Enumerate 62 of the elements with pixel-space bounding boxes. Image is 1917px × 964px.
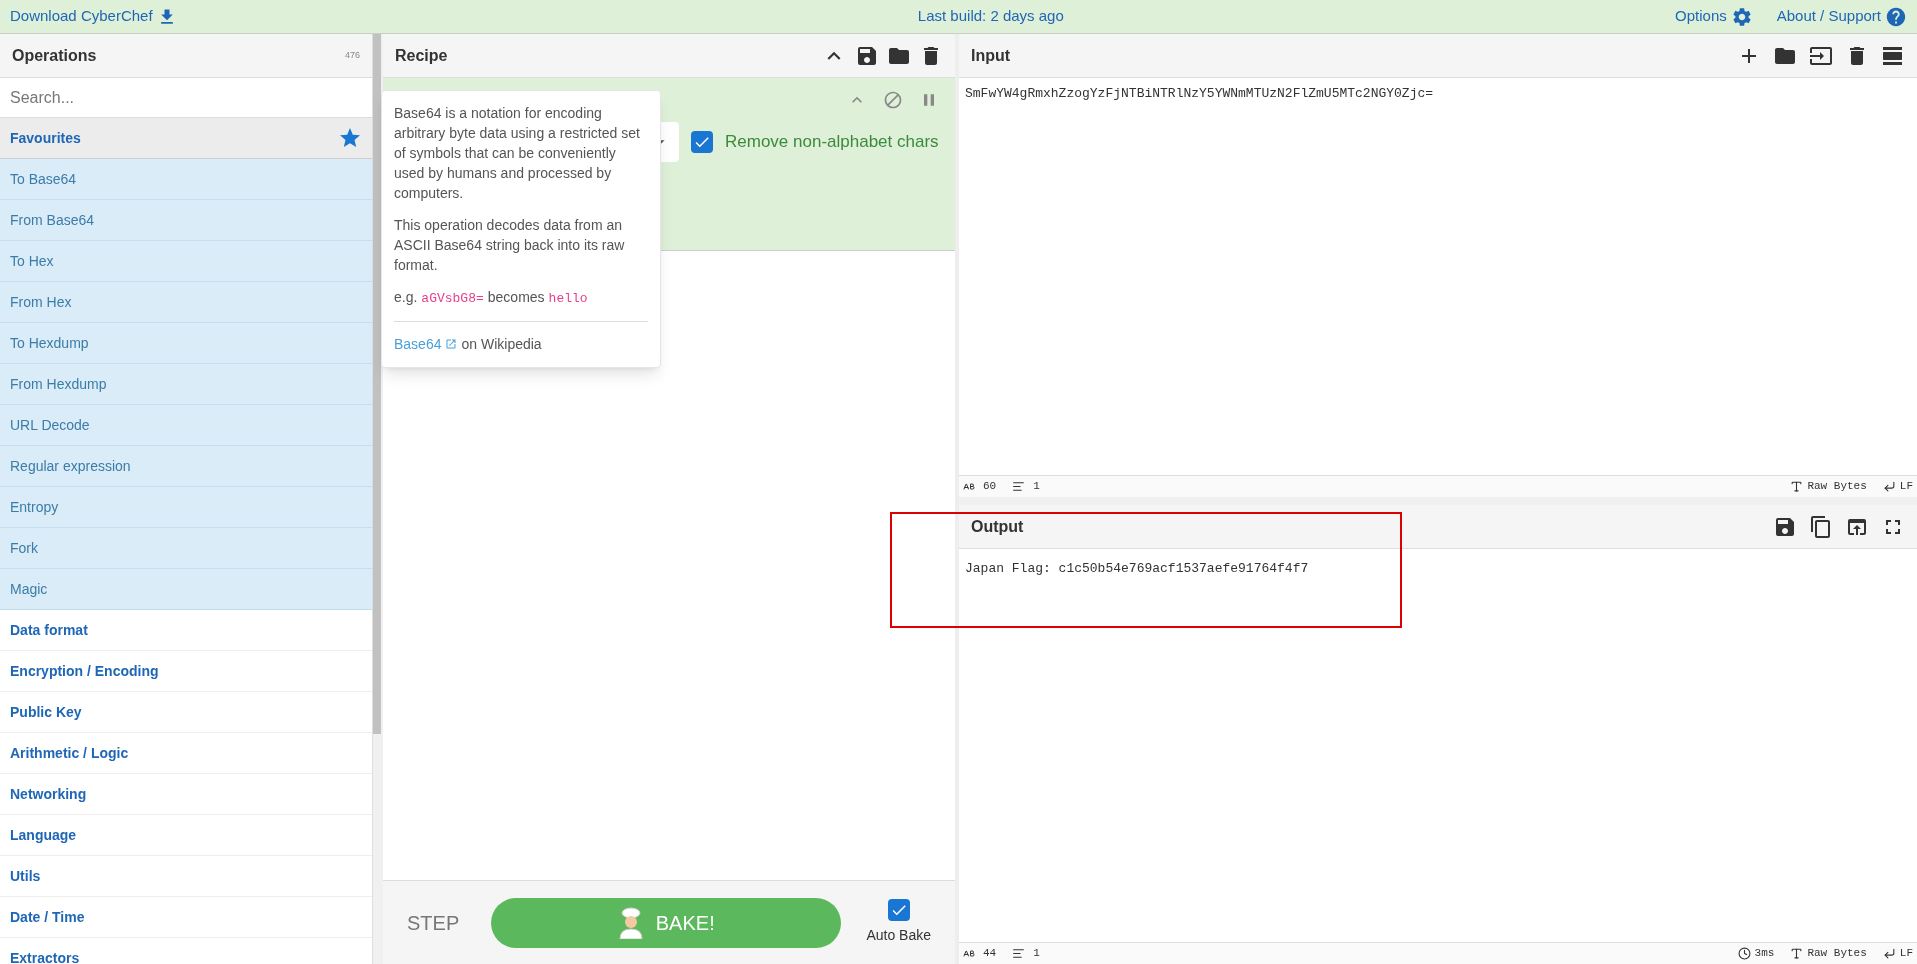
bake-time: 3ms: [1754, 946, 1775, 962]
letters-icon: [963, 947, 975, 960]
operation-item[interactable]: From Hex: [0, 282, 372, 323]
operation-item[interactable]: To Hexdump: [0, 323, 372, 364]
operation-item[interactable]: To Base64: [0, 159, 372, 200]
operation-item[interactable]: URL Decode: [0, 405, 372, 446]
operations-title: Operations: [12, 45, 97, 66]
auto-bake-label: Auto Bake: [866, 926, 931, 945]
build-info: Last build: 2 days ago: [917, 6, 1064, 27]
external-link-icon: [445, 338, 458, 350]
length-count: 60: [983, 479, 997, 495]
about-link[interactable]: About / Support: [1776, 5, 1907, 28]
line-count: 1: [1033, 479, 1040, 495]
lines-icon: [1012, 947, 1026, 960]
clock-icon: [1737, 947, 1751, 960]
example-mid: becomes: [487, 288, 545, 307]
option-checkbox[interactable]: [691, 131, 713, 153]
copy-icon[interactable]: [1809, 514, 1833, 539]
return-icon: [1882, 480, 1896, 493]
scrollbar-thumb[interactable]: [373, 34, 381, 734]
recipe-title: Recipe: [395, 45, 448, 66]
auto-bake-checkbox[interactable]: [887, 899, 910, 921]
link-suffix: on Wikipedia: [461, 334, 542, 354]
popover-description: This operation decodes data from an ASCII Base64 string back into its raw format.: [394, 216, 626, 275]
example-result-text: hello: [548, 290, 588, 308]
operation-item[interactable]: Magic: [0, 569, 372, 610]
return-icon: [1882, 947, 1896, 960]
operation-item[interactable]: Regular expression: [0, 446, 372, 487]
category-header[interactable]: Favourites: [0, 118, 372, 159]
options-link[interactable]: Options: [1675, 5, 1753, 28]
letters-icon: [963, 480, 975, 493]
eol-label[interactable]: LF: [1899, 945, 1913, 962]
lines-icon: [1012, 480, 1026, 493]
star-icon: [338, 126, 362, 150]
help-icon: [1885, 5, 1907, 28]
chef-icon: [617, 906, 644, 939]
output-text: Japan Flag: c1c50b54e769acf1537aefe91764f4f7: [965, 561, 1309, 576]
example-code-text: aGVsbG8=: [421, 290, 484, 308]
operation-item[interactable]: Entropy: [0, 487, 372, 528]
settings-icon: [1730, 5, 1753, 28]
option-label: Remove non-alphabet chars: [725, 131, 939, 154]
line-count: 1: [1033, 946, 1040, 962]
step-button[interactable]: STEP: [407, 907, 460, 938]
operations-count: 476: [344, 48, 360, 62]
encoding-label[interactable]: Raw Bytes: [1807, 945, 1867, 962]
example-prefix: e.g.: [394, 288, 418, 307]
operation-item[interactable]: Fork: [0, 528, 372, 569]
popover-intro: Base64 is a notation for encoding arbitrary byte data using a restricted set of symbols that can be conveniently used by humans and processed by computers.: [394, 104, 641, 203]
encoding-label[interactable]: Raw Bytes: [1807, 478, 1867, 495]
operation-item[interactable]: From Hexdump: [0, 364, 372, 405]
download-link[interactable]: Download CyberChef: [10, 5, 177, 28]
operation-item[interactable]: To Hex: [0, 241, 372, 282]
eol-label[interactable]: LF: [1899, 478, 1913, 495]
output-title: Output: [971, 516, 1024, 537]
operation-item[interactable]: From Base64: [0, 200, 372, 241]
input-text-area[interactable]: SmFwYW4gRmxhZzogYzFjNTBiNTRlNzY5YWNmMTUzN2FlZmU5MTc2NGY0Zjc=: [959, 78, 1917, 475]
length-count: 44: [983, 946, 997, 962]
disable-icon[interactable]: [883, 90, 903, 110]
text-encoding-icon: [1790, 947, 1804, 960]
input-title: Input: [971, 45, 1011, 66]
wikipedia-link[interactable]: Base64: [394, 333, 442, 355]
text-encoding-icon: [1790, 480, 1804, 493]
